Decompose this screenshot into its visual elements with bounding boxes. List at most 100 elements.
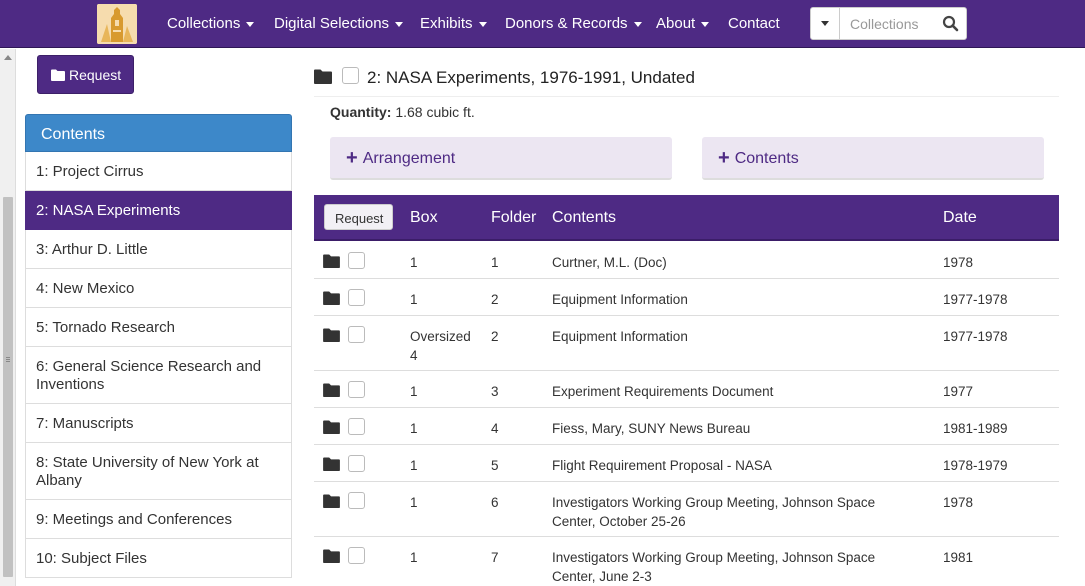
row-date: 1977-1978 [943, 292, 1008, 307]
sidebar-item-subject-files[interactable]: 10: Subject Files [25, 539, 292, 578]
chevron-down-icon [821, 21, 829, 26]
nav-about-label: About [656, 15, 696, 32]
folder-icon[interactable] [323, 494, 340, 508]
chevron-down-icon [395, 21, 404, 27]
top-navbar: Collections Digital Selections Exhibits … [0, 0, 1085, 48]
page-title: 2: NASA Experiments, 1976-1991, Undated [367, 68, 695, 87]
request-button[interactable]: Request [37, 55, 134, 94]
folder-icon[interactable] [323, 549, 340, 563]
row-checkbox[interactable] [348, 326, 365, 343]
select-series-checkbox[interactable] [342, 67, 359, 84]
row-date: 1978 [943, 495, 974, 510]
row-checkbox[interactable] [348, 381, 365, 398]
row-folder: 3 [491, 384, 499, 399]
contents-heading: Contents [25, 114, 292, 152]
nav-collections[interactable]: Collections [167, 15, 255, 32]
row-box: 1 [410, 421, 418, 436]
arrangement-label: Arrangement [362, 150, 456, 167]
scrollbar-grip-icon [6, 357, 10, 358]
sidebar-item-tornado-research[interactable]: 5: Tornado Research [25, 308, 292, 347]
table-row: Oversized 4 2 Equipment Information 1977… [314, 316, 1059, 371]
scrollbar-thumb[interactable] [3, 197, 13, 577]
nav-collections-label: Collections [167, 15, 241, 32]
row-checkbox[interactable] [348, 418, 365, 435]
sidebar-item-arthur-d-little[interactable]: 3: Arthur D. Little [25, 230, 292, 269]
sidebar-item-new-mexico[interactable]: 4: New Mexico [25, 269, 292, 308]
sidebar-item-general-science[interactable]: 6: General Science Research and Inventio… [25, 347, 292, 404]
row-date: 1977 [943, 384, 974, 399]
contents-panel-toggle[interactable]: + Contents [702, 137, 1044, 180]
nav-donors-records[interactable]: Donors & Records [505, 15, 642, 32]
scroll-up-arrow-icon[interactable] [4, 55, 12, 60]
sidebar-item-project-cirrus[interactable]: 1: Project Cirrus [25, 152, 292, 191]
row-date: 1977-1978 [943, 329, 1008, 344]
table-header: Request Box Folder Contents Date [314, 195, 1059, 241]
table-row: 1 4 Fiess, Mary, SUNY News Bureau 1981-1… [314, 408, 1059, 445]
folder-icon[interactable] [323, 383, 340, 397]
sidebar-item-manuscripts[interactable]: 7: Manuscripts [25, 404, 292, 443]
nav-contact[interactable]: Contact [728, 15, 780, 32]
contents-label: Contents [734, 150, 799, 167]
request-button-label: Request [69, 67, 122, 83]
folder-icon [314, 69, 332, 84]
row-checkbox[interactable] [348, 252, 365, 269]
row-box: 1 [410, 495, 418, 510]
table-row: 1 6 Investigators Working Group Meeting,… [314, 482, 1059, 537]
search-button[interactable] [936, 8, 966, 39]
quantity-value: 1.68 cubic ft. [395, 104, 475, 120]
row-checkbox[interactable] [348, 492, 365, 509]
row-checkbox[interactable] [348, 547, 365, 564]
column-header-box: Box [410, 209, 438, 226]
row-box: 1 [410, 458, 418, 473]
search-input[interactable] [841, 8, 936, 39]
row-contents: Experiment Requirements Document [552, 384, 774, 399]
quantity-label: Quantity: [330, 104, 392, 120]
row-contents: Investigators Working Group Meeting, Joh… [552, 495, 876, 529]
column-header-folder: Folder [491, 209, 537, 226]
row-date: 1978-1979 [943, 458, 1008, 473]
row-box: 1 [410, 292, 418, 307]
sidebar-item-nasa-experiments[interactable]: 2: NASA Experiments [25, 191, 292, 230]
column-header-date: Date [943, 209, 977, 226]
row-folder: 1 [491, 255, 499, 270]
row-folder: 7 [491, 550, 499, 565]
row-contents: Fiess, Mary, SUNY News Bureau [552, 421, 751, 436]
page-scrollbar[interactable] [0, 49, 16, 586]
folder-icon[interactable] [323, 291, 340, 305]
nav-contact-label: Contact [728, 15, 780, 32]
contents-sidebar: Contents 1: Project Cirrus 2: NASA Exper… [25, 114, 292, 578]
folder-icon[interactable] [323, 420, 340, 434]
search-bar [810, 7, 967, 40]
plus-icon: + [718, 147, 730, 169]
nav-about[interactable]: About [656, 15, 710, 32]
search-scope-dropdown[interactable] [811, 8, 840, 39]
sidebar-item-suny-albany[interactable]: 8: State University of New York at Alban… [25, 443, 292, 500]
chevron-down-icon [246, 21, 255, 27]
row-folder: 2 [491, 292, 499, 307]
row-box: 1 [410, 550, 418, 565]
table-row: 1 7 Investigators Working Group Meeting,… [314, 537, 1059, 586]
row-folder: 4 [491, 421, 499, 436]
row-contents: Curtner, M.L. (Doc) [552, 255, 667, 270]
nav-exhibits[interactable]: Exhibits [420, 15, 487, 32]
row-contents: Investigators Working Group Meeting, Joh… [552, 550, 876, 584]
row-checkbox[interactable] [348, 455, 365, 472]
nav-digital-selections[interactable]: Digital Selections [274, 15, 404, 32]
chevron-down-icon [478, 21, 487, 27]
row-folder: 2 [491, 329, 499, 344]
table-row: 1 2 Equipment Information 1977-1978 [314, 279, 1059, 316]
tower-logo-icon[interactable] [97, 4, 137, 44]
row-date: 1981-1989 [943, 421, 1008, 436]
sidebar-item-meetings-conferences[interactable]: 9: Meetings and Conferences [25, 500, 292, 539]
row-box: 1 [410, 255, 418, 270]
row-date: 1981 [943, 550, 974, 565]
table-request-button[interactable]: Request [324, 204, 393, 230]
row-folder: 5 [491, 458, 499, 473]
folder-icon[interactable] [323, 328, 340, 342]
folder-icon[interactable] [323, 254, 340, 268]
folder-icon[interactable] [323, 457, 340, 471]
row-box: 1 [410, 384, 418, 399]
arrangement-panel-toggle[interactable]: + Arrangement [330, 137, 672, 180]
table-row: 1 1 Curtner, M.L. (Doc) 1978 [314, 242, 1059, 279]
row-checkbox[interactable] [348, 289, 365, 306]
